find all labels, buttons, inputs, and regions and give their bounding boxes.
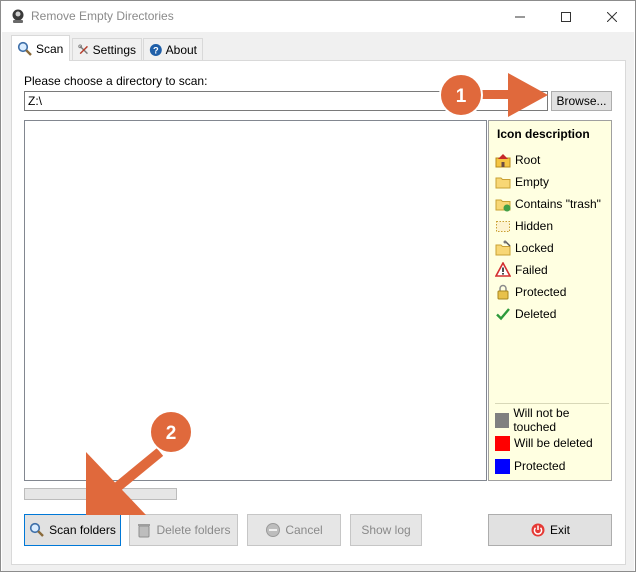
show-log-button[interactable]: Show log [350,514,422,546]
trash-folder-icon [495,196,511,212]
scan-folders-label: Scan folders [49,523,116,537]
legend-color-protected: Protected [495,458,565,474]
warning-icon [494,261,512,278]
exit-label: Exit [549,523,570,537]
minimize-icon [515,16,525,17]
tab-settings[interactable]: Settings [72,38,142,60]
red-swatch [495,435,510,451]
app-icon [10,8,26,24]
legend-item-label: Hidden [515,219,554,233]
empty-folder-icon [495,174,511,190]
tab-scan-label: Scan [36,41,64,56]
scan-folders-button[interactable]: Scan folders [24,514,121,546]
client-area: Scan Settings ? About Please choose a di… [2,32,634,571]
root-folder-icon [495,152,511,168]
tab-settings-label: Settings [92,42,136,57]
close-button[interactable] [589,1,635,32]
folder-tree-view[interactable] [24,120,487,481]
legend-item-label: Failed [515,263,548,277]
checkmark-icon [495,306,511,322]
legend-color-label: Protected [514,459,566,473]
icon-legend: Icon description Root Empty Contains "tr… [488,120,612,481]
legend-item-failed: Failed [494,261,548,278]
tab-about[interactable]: ? About [143,38,203,60]
hidden-folder-icon [495,218,511,234]
scan-progress-bar [24,488,177,500]
padlock-icon [495,284,511,300]
svg-text:?: ? [153,45,159,55]
magnifier-icon [30,522,44,537]
title-bar: Remove Empty Directories [1,1,635,32]
legend-item-label: Empty [515,175,550,189]
legend-item-locked: Locked [495,240,554,256]
legend-divider [495,403,609,404]
tab-about-label: About [165,42,197,57]
locked-folder-icon [495,240,511,256]
delete-folders-button[interactable]: Delete folders [129,514,238,546]
legend-item-hidden: Hidden [495,218,553,234]
maximize-icon [561,11,571,22]
legend-item-trash: Contains "trash" [495,196,601,212]
directory-input[interactable] [24,91,548,111]
legend-item-empty: Empty [495,174,549,190]
exit-icon [531,523,545,537]
cancel-label: Cancel [285,523,323,537]
legend-title: Icon description [497,127,590,141]
gray-swatch [495,412,510,428]
legend-item-label: Protected [515,285,567,299]
choose-directory-label: Please choose a directory to scan: [24,74,208,88]
help-icon: ? [149,43,162,56]
legend-color-label: Will be deleted [514,436,593,450]
exit-button[interactable]: Exit [488,514,612,546]
close-icon [607,11,617,22]
delete-folders-label: Delete folders [156,523,231,537]
legend-color-label: Will not be touched [513,406,570,434]
magnifier-icon [17,41,32,56]
tab-scan[interactable]: Scan [11,35,70,61]
window-title: Remove Empty Directories [31,9,174,23]
legend-item-label: Locked [515,241,554,255]
app-window: Remove Empty Directories Scan Settings ?… [0,0,636,572]
blue-swatch [495,458,510,474]
show-log-label: Show log [361,523,411,537]
cancel-button[interactable]: Cancel [247,514,341,546]
minimize-button[interactable] [497,1,543,32]
legend-item-label: Root [515,153,541,167]
legend-color-deleted: Will be deleted [495,435,593,451]
legend-item-deleted: Deleted [495,306,556,322]
scan-panel: Please choose a directory to scan: Brows… [11,60,626,565]
tools-icon [78,43,88,54]
trash-can-icon [138,524,151,538]
cancel-icon [266,523,281,537]
browse-button[interactable]: Browse... [551,91,612,111]
legend-item-label: Deleted [515,307,557,321]
legend-color-untouched: Will not be touched [495,406,611,434]
maximize-button[interactable] [543,1,589,32]
legend-item-root: Root [495,152,540,168]
legend-item-protected: Protected [495,284,566,300]
legend-item-label: Contains "trash" [515,197,601,211]
